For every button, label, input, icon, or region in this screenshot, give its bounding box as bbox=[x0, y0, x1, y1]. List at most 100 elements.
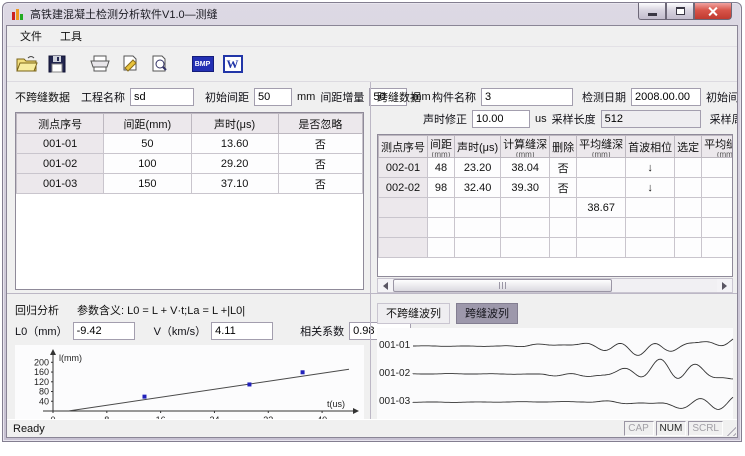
bmp-icon: BMP bbox=[192, 56, 214, 72]
column-header[interactable]: 声时(μs) bbox=[191, 114, 278, 134]
svg-text:t(us): t(us) bbox=[327, 399, 345, 409]
init-spacing-input[interactable] bbox=[254, 88, 292, 106]
svg-text:l(mm): l(mm) bbox=[59, 353, 82, 363]
print-preview-button[interactable] bbox=[146, 51, 173, 77]
title-bar[interactable]: 高铁建混凝土检测分析软件V1.0—测缝 bbox=[3, 3, 741, 25]
column-header[interactable]: 平均缝深(mm) bbox=[577, 136, 626, 158]
init-spacing-unit: mm bbox=[297, 91, 315, 103]
column-header[interactable]: 是否忽略 bbox=[278, 114, 362, 134]
close-icon bbox=[708, 6, 718, 16]
table-row[interactable]: 001-0315037.10否 bbox=[17, 174, 363, 194]
app-window: 高铁建混凝土检测分析软件V1.0—测缝 文件工具 bbox=[2, 2, 742, 442]
svg-text:40: 40 bbox=[39, 396, 49, 406]
column-header[interactable]: 首波相位 bbox=[626, 136, 675, 158]
time-correction-input[interactable] bbox=[472, 110, 530, 128]
spacing-step-label: 间距增量 bbox=[320, 89, 364, 105]
sample-period-label: 采样周期 bbox=[710, 111, 737, 127]
window-title: 高铁建混凝土检测分析软件V1.0—测缝 bbox=[30, 6, 218, 22]
table-row[interactable]: 001-015013.60否 bbox=[17, 134, 363, 154]
table-row[interactable]: 002-014823.2038.04否↓ bbox=[379, 158, 734, 178]
column-header[interactable]: 测点序号 bbox=[379, 136, 428, 158]
wave-tab-0[interactable]: 不跨缝波列 bbox=[377, 303, 450, 324]
waveform-trace-1 bbox=[413, 359, 733, 379]
sample-length-input[interactable] bbox=[601, 110, 701, 128]
table-row[interactable]: 002-029832.4039.30否↓ bbox=[379, 178, 734, 198]
component-name-input[interactable] bbox=[481, 88, 573, 106]
l0-input[interactable] bbox=[73, 322, 135, 340]
floppy-disk-icon bbox=[48, 55, 66, 73]
table-row[interactable]: 001-0210029.20否 bbox=[17, 154, 363, 174]
open-folder-icon bbox=[16, 55, 38, 73]
cross-crack-table[interactable]: 测点序号间距(mm)声时(μs)计算缝深(mm)删除平均缝深(mm)首波相位选定… bbox=[378, 135, 733, 258]
word-icon: W bbox=[223, 55, 243, 73]
column-header[interactable]: 声时(μs) bbox=[455, 136, 501, 158]
table-row[interactable] bbox=[379, 238, 734, 258]
menu-bar: 文件工具 bbox=[7, 26, 737, 47]
time-correction-label: 声时修正 bbox=[423, 111, 467, 127]
export-word-button[interactable]: W bbox=[219, 51, 246, 77]
test-date-label: 检测日期 bbox=[582, 89, 626, 105]
column-header[interactable]: 间距(mm) bbox=[104, 114, 191, 134]
column-header[interactable]: 间距(mm) bbox=[428, 136, 455, 158]
column-header[interactable]: 测点序号 bbox=[17, 114, 104, 134]
sample-length-label: 采样长度 bbox=[552, 111, 596, 127]
waveform-traces-svg bbox=[377, 328, 735, 419]
non-cross-crack-group-label: 不跨缝数据 bbox=[15, 89, 70, 105]
column-header[interactable]: 计算缝深(mm) bbox=[501, 136, 550, 158]
correlation-label: 相关系数 bbox=[300, 323, 344, 339]
time-correction-unit: us bbox=[535, 113, 547, 125]
maximize-icon bbox=[676, 7, 685, 15]
table-row[interactable]: 38.67 bbox=[379, 198, 734, 218]
status-indicator-cap: CAP bbox=[624, 421, 654, 436]
regression-chart: l(mm)t(us)40801201602000816243240 bbox=[15, 345, 364, 419]
scrollbar-thumb[interactable] bbox=[393, 279, 612, 292]
waveform-trace-0 bbox=[413, 339, 733, 355]
printer-icon bbox=[90, 55, 110, 73]
formula-text: 参数含义: L0 = L + V·t;La = L +|L0| bbox=[77, 302, 245, 318]
svg-text:160: 160 bbox=[34, 367, 49, 377]
project-name-label: 工程名称 bbox=[81, 89, 125, 105]
menu-item-0[interactable]: 文件 bbox=[11, 25, 51, 47]
maximize-button[interactable] bbox=[666, 3, 694, 20]
column-header[interactable]: 选定 bbox=[675, 136, 702, 158]
column-header[interactable]: 删除 bbox=[550, 136, 577, 158]
wave-tab-1[interactable]: 跨缝波列 bbox=[456, 303, 518, 324]
cross-init-spacing-label: 初始间距 bbox=[706, 89, 737, 105]
app-icon bbox=[12, 9, 25, 20]
open-file-button[interactable] bbox=[13, 51, 40, 77]
status-indicator-scrl: SCRL bbox=[688, 421, 723, 436]
regression-group-label: 回归分析 bbox=[15, 302, 59, 318]
export-bmp-button[interactable]: BMP bbox=[189, 51, 216, 77]
table-row[interactable] bbox=[379, 218, 734, 238]
save-button[interactable] bbox=[43, 51, 70, 77]
scroll-left-arrow-icon[interactable] bbox=[378, 279, 393, 292]
print-preview-icon bbox=[150, 55, 170, 73]
project-name-input[interactable] bbox=[130, 88, 194, 106]
minimize-button[interactable] bbox=[638, 3, 666, 20]
non-cross-crack-table[interactable]: 测点序号间距(mm)声时(μs)是否忽略001-015013.60否001-02… bbox=[16, 113, 363, 194]
non-cross-crack-panel: 不跨缝数据 工程名称 初始间距 mm 间距增量 mm 测点序号间距(mm)声时(… bbox=[7, 82, 370, 293]
print-setup-button[interactable] bbox=[116, 51, 143, 77]
trace-label-1: 001-02 bbox=[379, 368, 410, 379]
test-date-input[interactable] bbox=[631, 88, 701, 106]
regression-panel: 回归分析 参数含义: L0 = L + V·t;La = L +|L0| L0（… bbox=[7, 294, 370, 419]
horizontal-scrollbar[interactable] bbox=[377, 278, 733, 293]
print-button[interactable] bbox=[86, 51, 113, 77]
resize-grip[interactable] bbox=[723, 423, 736, 436]
client-area: 文件工具 bbox=[6, 25, 738, 438]
init-spacing-label: 初始间距 bbox=[205, 89, 249, 105]
v-label: V（km/s） bbox=[154, 323, 207, 339]
cross-crack-table-container: 测点序号间距(mm)声时(μs)计算缝深(mm)删除平均缝深(mm)首波相位选定… bbox=[377, 134, 733, 277]
status-indicator-num: NUM bbox=[656, 421, 687, 436]
waveform-panel: 不跨缝波列跨缝波列 001-01001-02001-03 bbox=[370, 294, 737, 419]
v-input[interactable] bbox=[211, 322, 273, 340]
menu-item-1[interactable]: 工具 bbox=[51, 25, 91, 47]
waveform-tabs: 不跨缝波列跨缝波列 bbox=[377, 300, 733, 326]
non-cross-crack-table-container: 测点序号间距(mm)声时(μs)是否忽略001-015013.60否001-02… bbox=[15, 112, 364, 290]
scroll-right-arrow-icon[interactable] bbox=[717, 279, 732, 292]
svg-text:120: 120 bbox=[34, 377, 49, 387]
waveform-display: 001-01001-02001-03 bbox=[377, 328, 733, 419]
close-button[interactable] bbox=[694, 3, 732, 20]
column-header[interactable]: 平均缝深(mm) bbox=[702, 136, 733, 158]
status-bar: Ready CAPNUMSCRL bbox=[7, 419, 737, 437]
